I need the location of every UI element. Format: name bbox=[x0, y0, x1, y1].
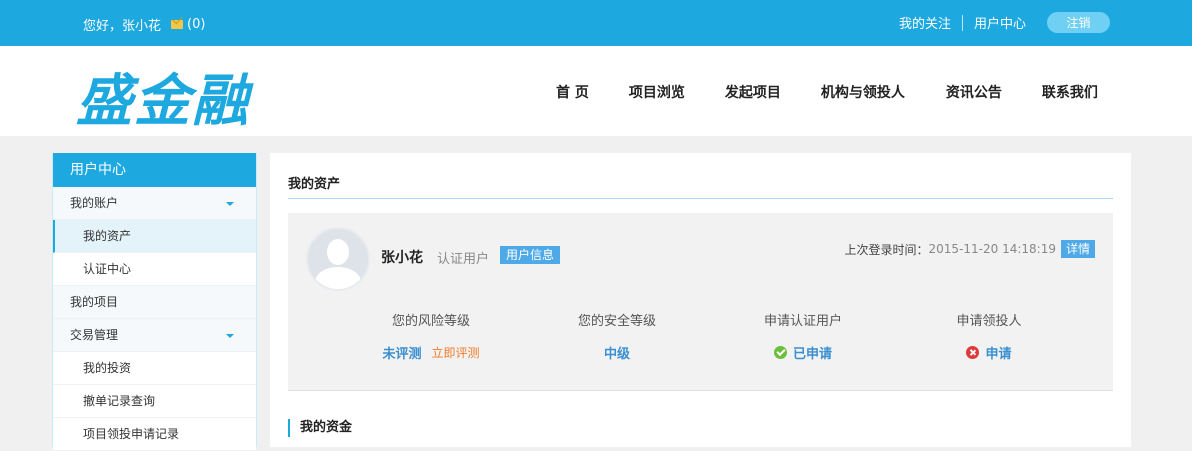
sidebar-item-label: 交易管理 bbox=[70, 328, 119, 342]
avatar-placeholder-icon bbox=[327, 239, 349, 265]
avatar[interactable] bbox=[306, 227, 370, 291]
last-login: 上次登录时间： 2015-11-20 14:18:19 详情 bbox=[845, 240, 1095, 258]
stat-value: 已申请 bbox=[792, 347, 832, 362]
stat-label: 您的风险等级 bbox=[391, 314, 470, 329]
stat-label: 申请领投人 bbox=[956, 314, 1022, 329]
sidebar-item-my-projects[interactable]: 我的项目 bbox=[53, 286, 256, 319]
user-name: 张小花 bbox=[381, 250, 423, 266]
sidebar-item-label: 认证中心 bbox=[83, 262, 132, 276]
stat-label: 您的安全等级 bbox=[577, 314, 656, 329]
nav-item-home[interactable]: 首 页 bbox=[556, 82, 589, 102]
top-links: 我的关注 用户中心 注销 bbox=[899, 12, 1110, 33]
sidebar-item-my-account[interactable]: 我的账户 bbox=[53, 187, 256, 220]
funds-section-title: 我的资金 bbox=[288, 419, 352, 437]
close-circle-icon bbox=[966, 346, 980, 359]
nav-item-start-project[interactable]: 发起项目 bbox=[725, 82, 781, 102]
caret-down-icon bbox=[226, 202, 234, 206]
main-nav: 首 页 项目浏览 发起项目 机构与领投人 资讯公告 联系我们 bbox=[556, 82, 1098, 102]
user-type: 认证用户 bbox=[437, 252, 490, 267]
logout-button[interactable]: 注销 bbox=[1047, 12, 1110, 33]
security-level-stat: 您的安全等级 中级 bbox=[524, 310, 710, 362]
caret-down-icon bbox=[226, 334, 234, 338]
sidebar-item-label: 我的资产 bbox=[83, 229, 132, 243]
sidebar-item-label: 项目领投申请记录 bbox=[83, 427, 180, 441]
sidebar-item-certification[interactable]: 认证中心 bbox=[53, 253, 256, 286]
sidebar: 用户中心 我的账户 我的资产 认证中心 我的项目 交易管理 我的投资 撤单记录查… bbox=[52, 153, 257, 451]
login-detail-button[interactable]: 详情 bbox=[1060, 240, 1095, 258]
sidebar-item-label: 撤单记录查询 bbox=[83, 394, 156, 408]
mail-icon[interactable] bbox=[171, 20, 184, 29]
stats-row: 您的风险等级 未评测 立即评测 您的安全等级 中级 申请认证用户 已申请 申请领… bbox=[288, 310, 1113, 362]
page-title: 我的资产 bbox=[288, 177, 341, 192]
user-info-button[interactable]: 用户信息 bbox=[500, 246, 561, 264]
sidebar-item-label: 我的账户 bbox=[70, 196, 119, 210]
stat-label: 申请认证用户 bbox=[763, 314, 842, 329]
my-follows-link[interactable]: 我的关注 bbox=[899, 13, 951, 32]
nav-item-contact[interactable]: 联系我们 bbox=[1042, 82, 1098, 102]
evaluate-now-link[interactable]: 立即评测 bbox=[432, 344, 480, 361]
certified-user-stat: 申请认证用户 已申请 bbox=[710, 310, 896, 362]
stat-value: 未评测 bbox=[382, 347, 422, 362]
lead-investor-stat: 申请领投人 申请 bbox=[896, 310, 1082, 362]
sidebar-title: 用户中心 bbox=[53, 153, 256, 187]
sidebar-item-cancel-records[interactable]: 撤单记录查询 bbox=[53, 385, 256, 418]
logo[interactable]: 盛金融 bbox=[76, 56, 250, 137]
nav-item-news[interactable]: 资讯公告 bbox=[946, 82, 1002, 102]
top-bar: 您好，张小花 (0) 我的关注 用户中心 注销 bbox=[0, 0, 1192, 46]
nav-item-institutions[interactable]: 机构与领投人 bbox=[821, 82, 905, 102]
greeting: 您好，张小花 (0) bbox=[83, 15, 205, 34]
message-count[interactable]: (0) bbox=[187, 17, 205, 32]
sidebar-item-label: 我的项目 bbox=[70, 295, 119, 309]
last-login-time: 2015-11-20 14:18:19 bbox=[928, 242, 1056, 256]
sidebar-item-trade-management[interactable]: 交易管理 bbox=[53, 319, 256, 352]
sidebar-item-my-investments[interactable]: 我的投资 bbox=[53, 352, 256, 385]
stat-value: 中级 bbox=[603, 347, 630, 362]
greeting-text: 您好，张小花 bbox=[83, 19, 162, 34]
divider bbox=[961, 14, 963, 31]
user-center-link[interactable]: 用户中心 bbox=[974, 13, 1026, 32]
nav-item-browse-projects[interactable]: 项目浏览 bbox=[629, 82, 685, 102]
check-circle-icon bbox=[773, 346, 787, 359]
apply-link[interactable]: 申请 bbox=[985, 343, 1011, 362]
title-divider bbox=[288, 198, 1113, 199]
sidebar-item-my-assets[interactable]: 我的资产 bbox=[53, 220, 256, 253]
site-header: 盛金融 首 页 项目浏览 发起项目 机构与领投人 资讯公告 联系我们 bbox=[0, 46, 1192, 136]
profile-panel: 张小花 认证用户 用户信息 上次登录时间： 2015-11-20 14:18:1… bbox=[288, 213, 1113, 391]
main-content: 我的资产 张小花 认证用户 用户信息 上次登录时间： 2015-11-20 14… bbox=[270, 153, 1131, 447]
risk-level-stat: 您的风险等级 未评测 立即评测 bbox=[338, 310, 524, 362]
sidebar-item-lead-invest-records[interactable]: 项目领投申请记录 bbox=[53, 418, 256, 451]
last-login-label: 上次登录时间： bbox=[844, 242, 929, 257]
sidebar-item-label: 我的投资 bbox=[83, 361, 132, 375]
